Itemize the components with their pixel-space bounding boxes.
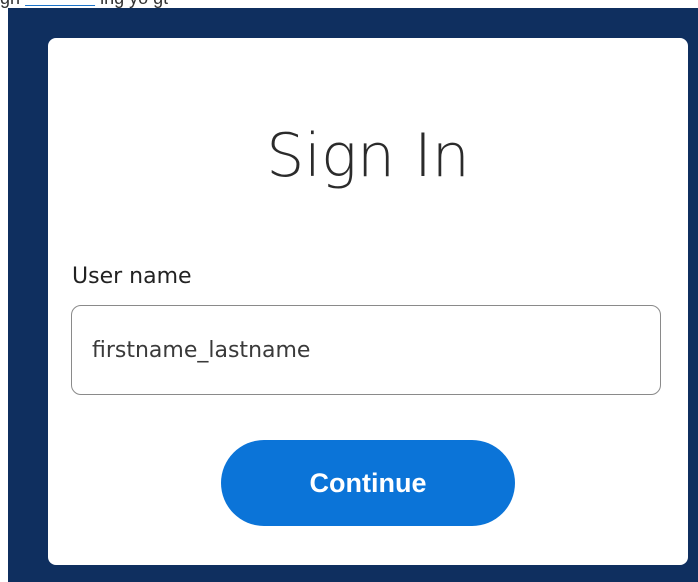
top-text-before: gh xyxy=(0,0,20,8)
top-text-after: ing yo gt xyxy=(100,0,168,8)
username-input[interactable] xyxy=(71,305,661,395)
signin-card: Sign In User name Continue xyxy=(48,38,688,565)
username-label: User name xyxy=(72,264,192,289)
page-title: Sign In xyxy=(266,121,470,191)
top-text-link[interactable] xyxy=(25,0,95,8)
top-text-fragment-line: gh ing yo gt xyxy=(0,0,168,8)
top-text-fragment: gh ing yo gt xyxy=(0,0,698,8)
continue-button[interactable]: Continue xyxy=(221,440,515,526)
page-backdrop: Sign In User name Continue xyxy=(8,8,698,582)
